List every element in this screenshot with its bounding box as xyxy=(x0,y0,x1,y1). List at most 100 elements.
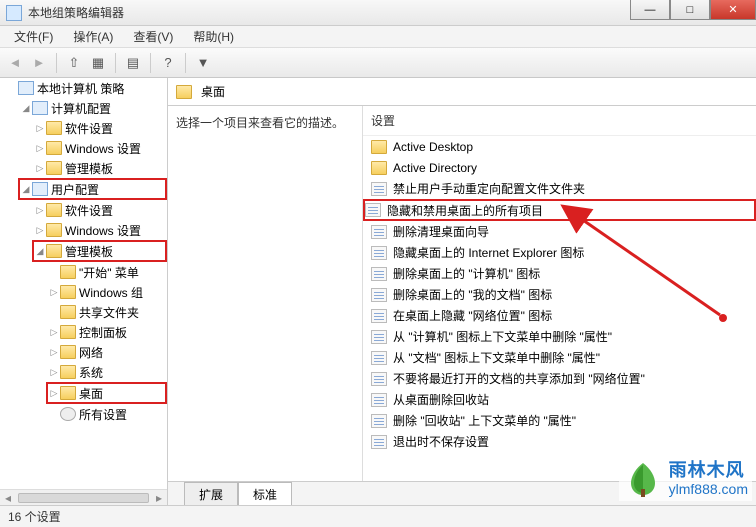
settings-policy[interactable]: 禁止用户手动重定向配置文件文件夹 xyxy=(363,178,756,199)
tree-root[interactable]: 本地计算机 策略 xyxy=(4,78,167,98)
menu-file[interactable]: 文件(F) xyxy=(4,26,63,47)
app-icon xyxy=(6,5,22,21)
folder-icon xyxy=(46,203,62,217)
expand-icon[interactable]: ▷ xyxy=(34,143,46,154)
scroll-right-icon[interactable]: ▸ xyxy=(151,491,167,505)
back-button[interactable]: ◄ xyxy=(4,52,26,74)
settings-list[interactable]: 设置 Active Desktop Active Directory 禁止用户手动重… xyxy=(363,106,756,481)
content-body: 选择一个项目来查看它的描述。 设置 Active Desktop Active D… xyxy=(168,106,756,481)
navigation-tree[interactable]: 本地计算机 策略 ◢ 计算机配置 ▷ 软件设置 ▷ Windows 设置 ▷管理模板 xyxy=(0,78,168,505)
tree-label: Windows 设置 xyxy=(65,140,141,157)
help-button[interactable]: ? xyxy=(157,52,179,74)
tree-desktop[interactable]: ▷桌面 xyxy=(46,382,167,404)
settings-policy[interactable]: 删除桌面上的 "计算机" 图标 xyxy=(363,263,756,284)
expand-icon[interactable]: ▷ xyxy=(48,287,60,298)
policy-icon xyxy=(371,309,387,323)
policy-icon xyxy=(371,414,387,428)
folder-icon xyxy=(60,365,76,379)
settings-item-label: 从 "文档" 图标上下文菜单中删除 "属性" xyxy=(393,349,600,366)
scroll-thumb[interactable] xyxy=(18,493,149,503)
tree-uc-software[interactable]: ▷软件设置 xyxy=(32,200,167,220)
expand-icon[interactable]: ▷ xyxy=(48,388,60,399)
settings-policy[interactable]: 从 "文档" 图标上下文菜单中删除 "属性" xyxy=(363,347,756,368)
tree-label: 网络 xyxy=(79,344,103,361)
collapse-icon[interactable]: ◢ xyxy=(20,103,32,114)
description-text: 选择一个项目来查看它的描述。 xyxy=(176,114,354,131)
collapse-icon[interactable]: ◢ xyxy=(34,246,46,257)
export-button[interactable]: ▤ xyxy=(122,52,144,74)
computer-icon xyxy=(32,101,48,115)
tab-standard[interactable]: 标准 xyxy=(238,482,292,505)
close-button[interactable]: ✕ xyxy=(710,0,756,20)
collapse-icon[interactable]: ◢ xyxy=(20,184,32,195)
expand-icon[interactable]: ▷ xyxy=(34,225,46,236)
settings-policy[interactable]: 在桌面上隐藏 "网络位置" 图标 xyxy=(363,305,756,326)
scroll-left-icon[interactable]: ◂ xyxy=(0,491,16,505)
settings-policy[interactable]: 删除 "回收站" 上下文菜单的 "属性" xyxy=(363,410,756,431)
tree-label: 计算机配置 xyxy=(51,100,111,117)
settings-policy[interactable]: 删除清理桌面向导 xyxy=(363,221,756,242)
tree-system[interactable]: ▷ 系统 xyxy=(46,362,167,382)
folder-open-icon xyxy=(176,85,192,99)
settings-policy[interactable]: 退出时不保存设置 xyxy=(363,431,756,452)
settings-policy[interactable]: 从 "计算机" 图标上下文菜单中删除 "属性" xyxy=(363,326,756,347)
settings-policy[interactable]: 隐藏和禁用桌面上的所有项目 xyxy=(363,199,756,221)
tree-cc-admin[interactable]: ▷管理模板 xyxy=(32,158,167,178)
menu-view[interactable]: 查看(V) xyxy=(123,26,183,47)
tree-control-panel[interactable]: ▷控制面板 xyxy=(46,322,167,342)
tree-horizontal-scrollbar[interactable]: ◂ ▸ xyxy=(0,489,167,505)
tree-computer-config[interactable]: ◢ 计算机配置 xyxy=(18,98,167,118)
settings-folder[interactable]: Active Directory xyxy=(363,157,756,178)
policy-icon xyxy=(365,203,381,217)
menu-action[interactable]: 操作(A) xyxy=(63,26,123,47)
tree-uc-windows[interactable]: ▷Windows 设置 xyxy=(32,220,167,240)
folder-icon xyxy=(46,141,62,155)
settings-item-label: 删除桌面上的 "我的文档" 图标 xyxy=(393,286,552,303)
policy-icon xyxy=(371,330,387,344)
watermark-tree-icon xyxy=(623,459,663,499)
tree-uc-admin[interactable]: ◢管理模板 xyxy=(32,240,167,262)
settings-item-label: 不要将最近打开的文档的共享添加到 "网络位置" xyxy=(393,370,645,387)
tree-win-comp[interactable]: ▷ Windows 组 xyxy=(46,282,167,302)
minimize-button[interactable]: — xyxy=(630,0,670,20)
tree-all-settings[interactable]: 所有设置 xyxy=(46,404,167,424)
tree-network[interactable]: ▷ 网络 xyxy=(46,342,167,362)
expand-icon[interactable]: ▷ xyxy=(48,347,60,358)
forward-button[interactable]: ► xyxy=(28,52,50,74)
filter-button[interactable]: ▼ xyxy=(192,52,214,74)
folder-icon xyxy=(371,140,387,154)
content-title: 桌面 xyxy=(201,83,225,100)
gear-icon xyxy=(60,407,76,421)
tab-extended[interactable]: 扩展 xyxy=(184,482,238,505)
folder-icon xyxy=(371,161,387,175)
tree-shared[interactable]: 共享文件夹 xyxy=(46,302,167,322)
settings-column-header[interactable]: 设置 xyxy=(363,106,756,136)
tree-cc-software[interactable]: ▷ 软件设置 xyxy=(32,118,167,138)
settings-folder[interactable]: Active Desktop xyxy=(363,136,756,157)
expand-icon[interactable]: ▷ xyxy=(34,123,46,134)
tree-cc-windows[interactable]: ▷ Windows 设置 xyxy=(32,138,167,158)
settings-policy[interactable]: 删除桌面上的 "我的文档" 图标 xyxy=(363,284,756,305)
tree-label: 本地计算机 策略 xyxy=(37,80,124,97)
tree-user-config[interactable]: ◢ 用户配置 xyxy=(18,178,167,200)
toolbar-separator xyxy=(150,53,151,73)
tree-start-menu[interactable]: "开始" 菜单 xyxy=(46,262,167,282)
tree-label: Windows 组 xyxy=(79,284,143,301)
settings-item-label: 删除桌面上的 "计算机" 图标 xyxy=(393,265,540,282)
settings-item-label: 禁止用户手动重定向配置文件文件夹 xyxy=(393,180,585,197)
tree-label: 软件设置 xyxy=(65,120,113,137)
settings-item-label: 从 "计算机" 图标上下文菜单中删除 "属性" xyxy=(393,328,612,345)
settings-policy[interactable]: 从桌面删除回收站 xyxy=(363,389,756,410)
settings-item-label: Active Desktop xyxy=(393,140,473,154)
expand-icon[interactable]: ▷ xyxy=(34,163,46,174)
menu-help[interactable]: 帮助(H) xyxy=(183,26,244,47)
maximize-button[interactable]: □ xyxy=(670,0,710,20)
tree-label: 系统 xyxy=(79,364,103,381)
settings-policy[interactable]: 隐藏桌面上的 Internet Explorer 图标 xyxy=(363,242,756,263)
settings-policy[interactable]: 不要将最近打开的文档的共享添加到 "网络位置" xyxy=(363,368,756,389)
show-hide-tree-button[interactable]: ▦ xyxy=(87,52,109,74)
expand-icon[interactable]: ▷ xyxy=(34,205,46,216)
expand-icon[interactable]: ▷ xyxy=(48,327,60,338)
up-button[interactable]: ⇧ xyxy=(63,52,85,74)
expand-icon[interactable]: ▷ xyxy=(48,367,60,378)
